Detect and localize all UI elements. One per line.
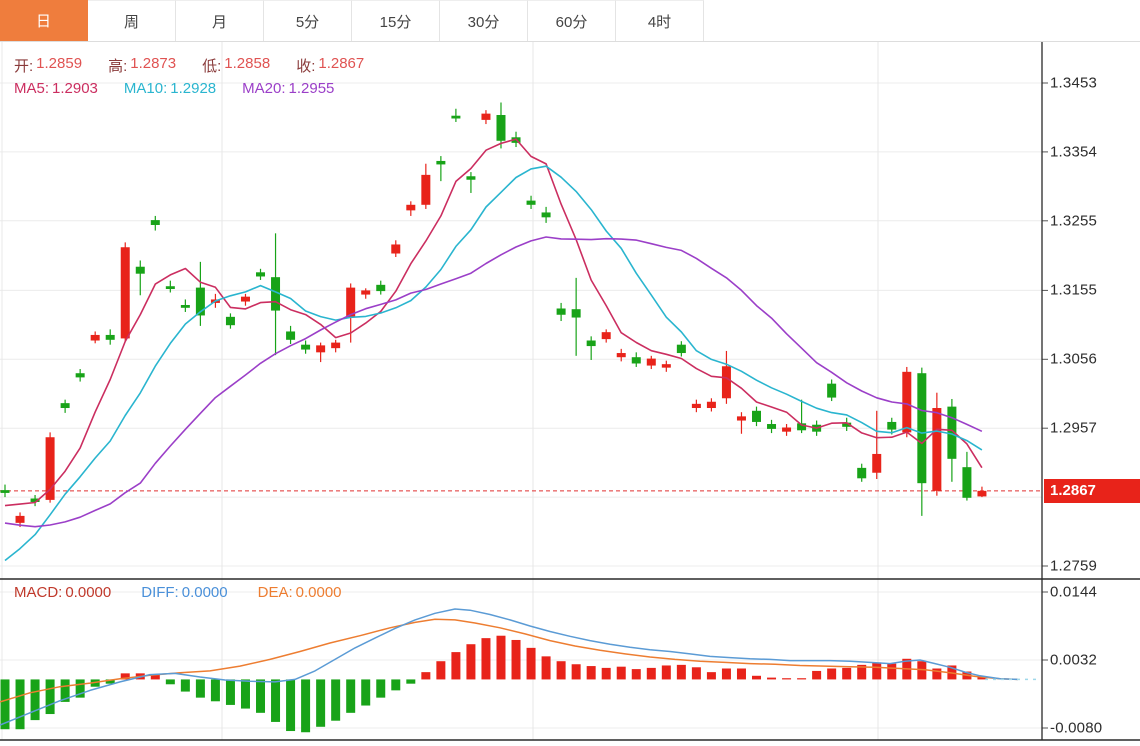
axis-tick-label: 1.3255	[1050, 212, 1097, 229]
tab-timeframe-5[interactable]: 30分	[440, 0, 528, 41]
candlesticks	[1, 102, 987, 527]
trading-chart-app: 日周月5分15分30分60分4时 开:1.2859 高:1.2873 低:1.285…	[0, 0, 1140, 746]
ma-legend: MA5:1.2903 MA10:1.2928 MA20:1.2955	[14, 80, 334, 97]
legend-item: MA10:1.2928	[124, 80, 216, 97]
axis-tick-label: 0.0032	[1050, 652, 1097, 669]
axis-tick-label: 1.3155	[1050, 282, 1097, 299]
legend-item: 低:1.2858	[202, 55, 270, 76]
timeframe-tab-bar: 日周月5分15分30分60分4时	[0, 0, 1140, 42]
tab-timeframe-7[interactable]: 4时	[616, 0, 704, 41]
axis-tick-label: 1.3056	[1050, 351, 1097, 368]
axis-tick-label: 1.2957	[1050, 420, 1097, 437]
legend-item: MA5:1.2903	[14, 80, 98, 97]
ma10-line	[5, 166, 982, 560]
panel-borders	[0, 41, 1140, 740]
legend-item: DIFF:0.0000	[141, 584, 227, 601]
current-price-value: 1.2867	[1044, 482, 1096, 499]
legend-item: DEA:0.0000	[258, 584, 342, 601]
legend-item: 开:1.2859	[14, 55, 82, 76]
tab-timeframe-4[interactable]: 15分	[352, 0, 440, 41]
tab-timeframe-2[interactable]: 月	[176, 0, 264, 41]
legend-item: 高:1.2873	[108, 55, 176, 76]
legend-item: MACD:0.0000	[14, 584, 111, 601]
tab-timeframe-0[interactable]: 日	[0, 0, 88, 41]
ma20-line	[5, 237, 982, 527]
ohlc-legend: 开:1.2859 高:1.2873 低:1.2858 收:1.2867	[14, 55, 364, 76]
macd-histogram	[1, 636, 987, 733]
tab-timeframe-3[interactable]: 5分	[264, 0, 352, 41]
legend-item: MA20:1.2955	[242, 80, 334, 97]
ma5-line	[5, 139, 982, 506]
axis-tick-label: 1.3453	[1050, 75, 1097, 92]
tab-timeframe-1[interactable]: 周	[88, 0, 176, 41]
legend-item: 收:1.2867	[296, 55, 364, 76]
dea-line	[0, 619, 1018, 702]
axis-tick-label: 0.0144	[1050, 584, 1097, 601]
axis-tick-label: 1.2759	[1050, 558, 1097, 575]
axis-tick-marks	[1042, 83, 1048, 728]
tab-timeframe-6[interactable]: 60分	[528, 0, 616, 41]
axis-tick-label: -0.0080	[1050, 720, 1102, 737]
axis-tick-label: 1.3354	[1050, 143, 1097, 160]
macd-legend: MACD:0.0000 DIFF:0.0000 DEA:0.0000	[14, 584, 342, 601]
current-price-badge: 1.2867	[1044, 479, 1140, 503]
candlestick-chart-canvas	[0, 0, 1140, 746]
